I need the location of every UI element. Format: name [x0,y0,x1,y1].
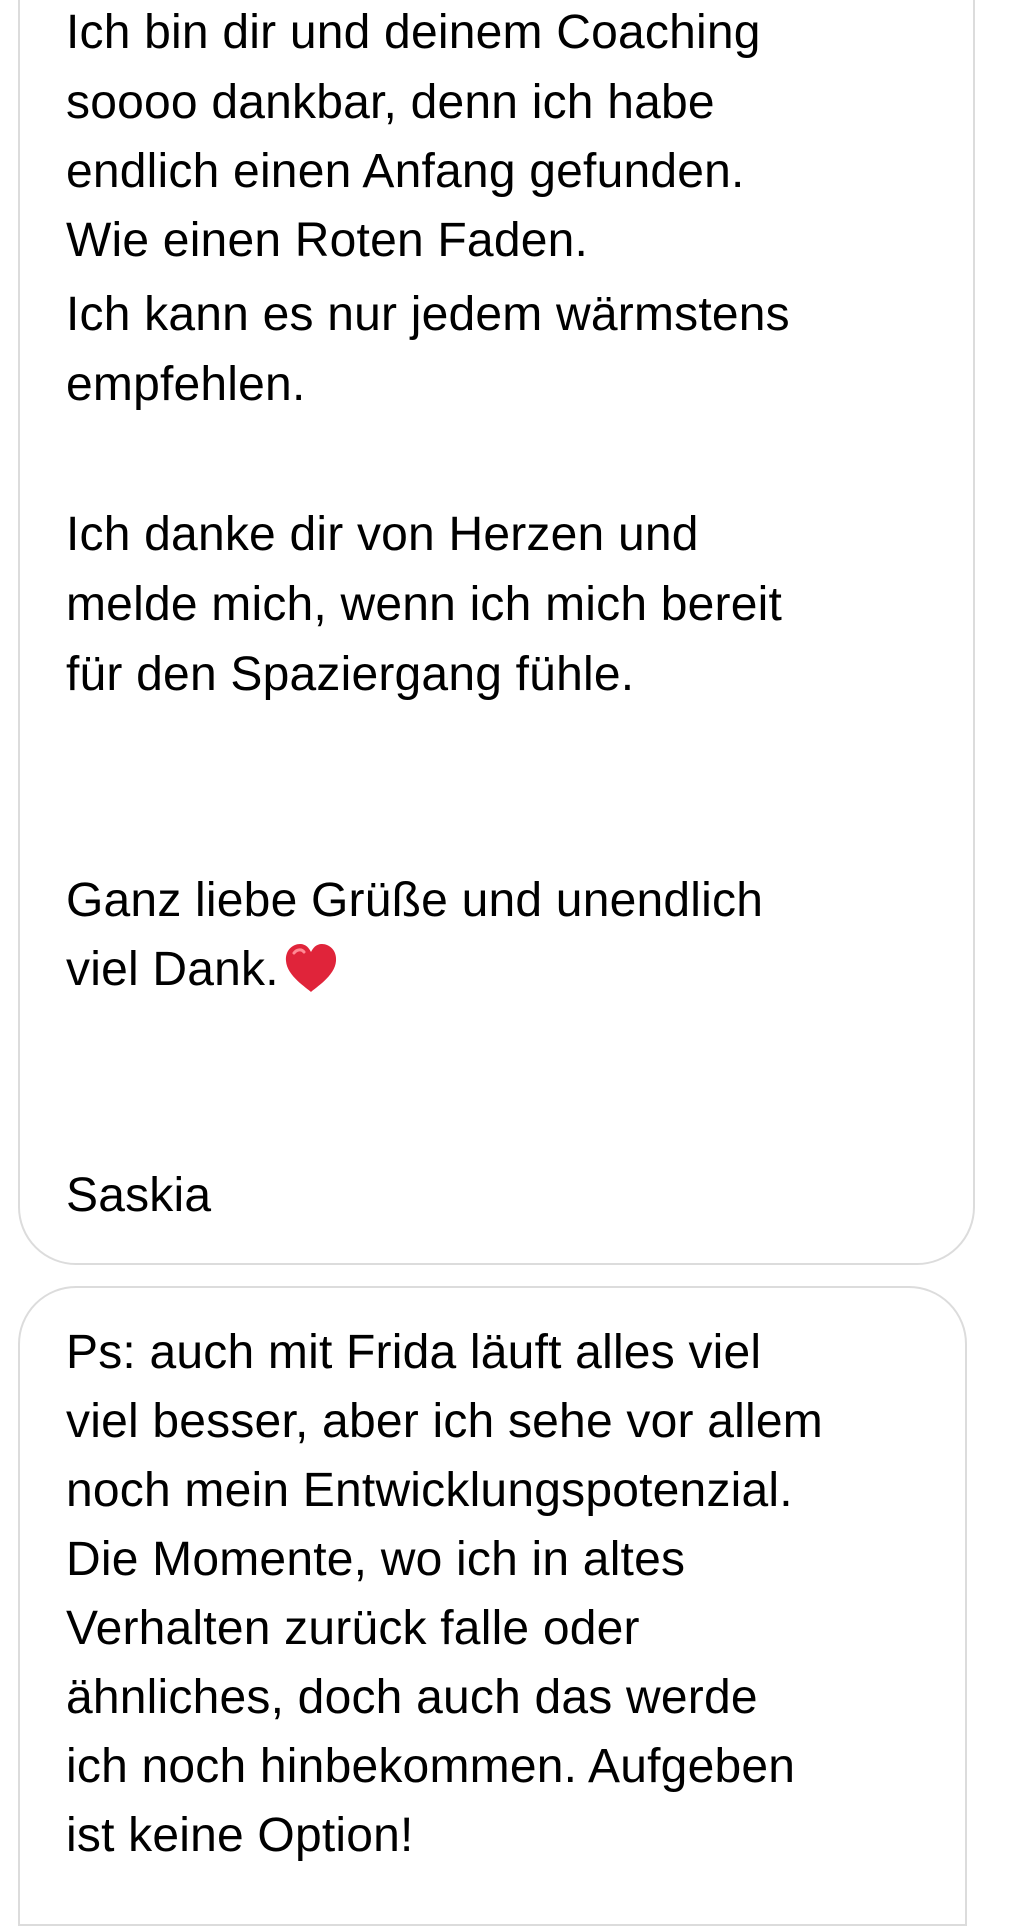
message-1-line-with-emoji: viel Dank. [66,935,341,1005]
message-1-line: melde mich, wenn ich mich bereit [66,578,783,631]
message-2-line: ich noch hinbekommen. Aufgeben [66,1740,796,1793]
message-2-line: viel besser, aber ich sehe vor allem [66,1395,823,1448]
message-1-signature: Saskia [66,1169,212,1222]
message-1-line: Ich danke dir von Herzen und [66,508,699,561]
message-1-line: Ich kann es nur jedem wärmstens [66,288,790,341]
message-1-line: soooo dankbar, denn ich habe [66,76,715,129]
message-1-line: endlich einen Anfang gefunden. [66,145,745,198]
message-1-line: empfehlen. [66,358,306,411]
message-2-line: Die Momente, wo ich in altes [66,1533,686,1586]
message-1-line-text: viel Dank. [66,943,279,996]
message-1-line: für den Spaziergang fühle. [66,648,635,701]
message-2-line: ähnliches, doch auch das werde [66,1671,758,1724]
message-1-line: Wie einen Roten Faden. [66,214,589,267]
message-1-line: Ich bin dir und deinem Coaching [66,6,761,59]
message-2-line: Ps: auch mit Frida läuft alles viel [66,1326,762,1379]
message-2-line: Verhalten zurück falle oder [66,1602,640,1655]
message-1-line: Ganz liebe Grüße und unendlich [66,874,764,927]
red-heart-icon [281,939,341,999]
message-2-line: noch mein Entwicklungspotenzial. [66,1464,793,1517]
message-2-line: ist keine Option! [66,1809,414,1862]
